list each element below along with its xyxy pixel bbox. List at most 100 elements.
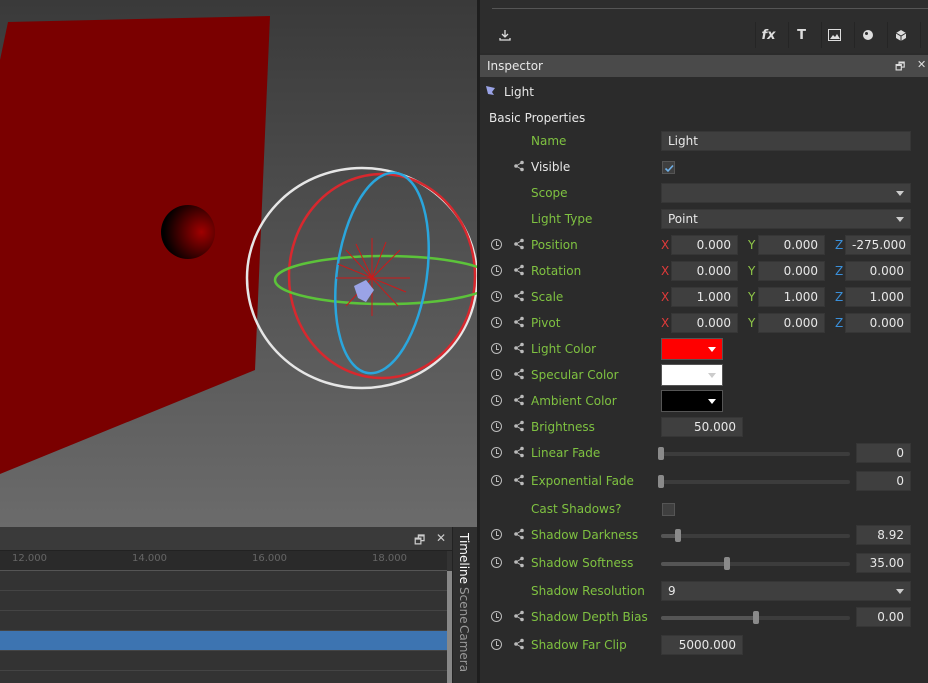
scene-viewport[interactable]	[0, 0, 477, 527]
clock-icon[interactable]	[491, 639, 502, 650]
shadow-softness-field[interactable]: 35.00	[856, 553, 911, 573]
share-icon[interactable]	[513, 638, 525, 650]
shadow-resolution-dropdown[interactable]: 9	[661, 581, 911, 601]
timeline-track[interactable]	[0, 591, 447, 611]
clock-icon[interactable]	[491, 447, 502, 458]
slider-handle[interactable]	[658, 447, 664, 460]
linear-fade-slider[interactable]	[658, 447, 850, 460]
rotation-x-field[interactable]: 0.000	[671, 261, 738, 281]
prop-brightness: Brightness 50.000	[480, 415, 928, 439]
sphere-icon[interactable]	[854, 22, 880, 48]
pivot-x-field[interactable]: 0.000	[671, 313, 738, 333]
tab-timeline[interactable]: Timeline	[457, 533, 471, 584]
share-icon[interactable]	[513, 446, 525, 458]
name-field[interactable]: Light	[661, 131, 911, 151]
slider-handle[interactable]	[752, 611, 759, 624]
share-icon[interactable]	[513, 238, 525, 250]
float-icon[interactable]: 🗗	[414, 531, 425, 552]
text-icon[interactable]: T	[788, 22, 814, 48]
clock-icon[interactable]	[491, 421, 502, 432]
clock-icon[interactable]	[491, 557, 502, 568]
share-icon[interactable]	[513, 610, 525, 622]
light-type-dropdown[interactable]: Point	[661, 209, 911, 229]
timeline-track-selected[interactable]	[0, 631, 447, 651]
share-icon[interactable]	[513, 160, 525, 172]
exponential-fade-field[interactable]: 0	[856, 471, 911, 491]
ruler-tick: 12.000	[12, 553, 47, 564]
specular-color-swatch[interactable]	[661, 364, 723, 386]
brightness-field[interactable]: 50.000	[661, 417, 743, 437]
pivot-z-field[interactable]: 0.000	[845, 313, 911, 333]
clock-icon[interactable]	[491, 369, 502, 380]
prop-shadow-softness: Shadow Softness 35.00	[480, 551, 928, 575]
close-icon[interactable]: ✕	[436, 531, 446, 545]
shadow-darkness-field[interactable]: 8.92	[856, 525, 911, 545]
ruler-tick: 14.000	[132, 553, 167, 564]
clock-icon[interactable]	[491, 265, 502, 276]
cast-shadows-checkbox[interactable]	[662, 503, 675, 516]
clock-icon[interactable]	[491, 239, 502, 250]
rotation-z-field[interactable]: 0.000	[845, 261, 911, 281]
clock-icon[interactable]	[491, 611, 502, 622]
shadow-depth-bias-field[interactable]: 0.00	[856, 607, 911, 627]
share-icon[interactable]	[513, 264, 525, 276]
scale-z-field[interactable]: 1.000	[845, 287, 911, 307]
light-color-swatch[interactable]	[661, 338, 723, 360]
viewport-scene-graphic	[0, 16, 477, 474]
timeline-ruler[interactable]: 12.000 14.000 16.000 18.000	[0, 551, 447, 571]
share-icon[interactable]	[513, 368, 525, 380]
clock-icon[interactable]	[491, 529, 502, 540]
timeline-track[interactable]	[0, 671, 447, 683]
scale-y-field[interactable]: 1.000	[758, 287, 825, 307]
section-basic-properties: Basic Properties	[489, 111, 586, 125]
pivot-y-field[interactable]: 0.000	[758, 313, 825, 333]
share-icon[interactable]	[513, 474, 525, 486]
chevron-down-icon	[896, 589, 904, 594]
shadow-far-clip-field[interactable]: 5000.000	[661, 635, 743, 655]
shadow-darkness-slider[interactable]	[661, 529, 850, 542]
tab-scene[interactable]: Scene	[457, 587, 471, 624]
slider-handle[interactable]	[724, 557, 731, 570]
scale-x-field[interactable]: 1.000	[671, 287, 738, 307]
light-icon	[354, 280, 374, 302]
share-icon[interactable]	[513, 420, 525, 432]
share-icon[interactable]	[513, 290, 525, 302]
share-icon[interactable]	[513, 316, 525, 328]
ambient-color-swatch[interactable]	[661, 390, 723, 412]
rotation-y-field[interactable]: 0.000	[758, 261, 825, 281]
clock-icon[interactable]	[491, 343, 502, 354]
close-icon[interactable]: ✕	[917, 58, 926, 71]
toolbar-more-icon[interactable]	[920, 22, 928, 48]
effects-icon[interactable]: fx	[755, 22, 781, 48]
share-icon[interactable]	[513, 394, 525, 406]
prop-label: Rotation	[531, 264, 582, 278]
cube-icon[interactable]	[887, 22, 913, 48]
position-z-field[interactable]: -275.000	[845, 235, 911, 255]
tab-camera[interactable]: Camera	[457, 625, 471, 672]
shadow-softness-slider[interactable]	[661, 557, 850, 570]
prop-label: Light Type	[531, 212, 593, 226]
linear-fade-field[interactable]: 0	[856, 443, 911, 463]
clock-icon[interactable]	[491, 395, 502, 406]
share-icon[interactable]	[513, 528, 525, 540]
clock-icon[interactable]	[491, 475, 502, 486]
share-icon[interactable]	[513, 556, 525, 568]
clock-icon[interactable]	[491, 317, 502, 328]
slider-handle[interactable]	[658, 475, 664, 488]
timeline-header: 🗗 ✕	[0, 527, 452, 551]
slider-handle[interactable]	[675, 529, 681, 542]
float-icon[interactable]: 🗗	[895, 58, 905, 77]
clock-icon[interactable]	[491, 291, 502, 302]
position-x-field[interactable]: 0.000	[671, 235, 738, 255]
exponential-fade-slider[interactable]	[658, 475, 850, 488]
scope-dropdown[interactable]	[661, 183, 911, 203]
image-icon[interactable]	[821, 22, 847, 48]
timeline-track[interactable]	[0, 611, 447, 631]
visible-checkbox[interactable]	[662, 161, 675, 174]
timeline-track[interactable]	[0, 651, 447, 671]
share-icon[interactable]	[513, 342, 525, 354]
position-y-field[interactable]: 0.000	[758, 235, 825, 255]
import-icon[interactable]	[492, 22, 518, 48]
timeline-track[interactable]	[0, 571, 447, 591]
shadow-depth-bias-slider[interactable]	[661, 611, 850, 624]
